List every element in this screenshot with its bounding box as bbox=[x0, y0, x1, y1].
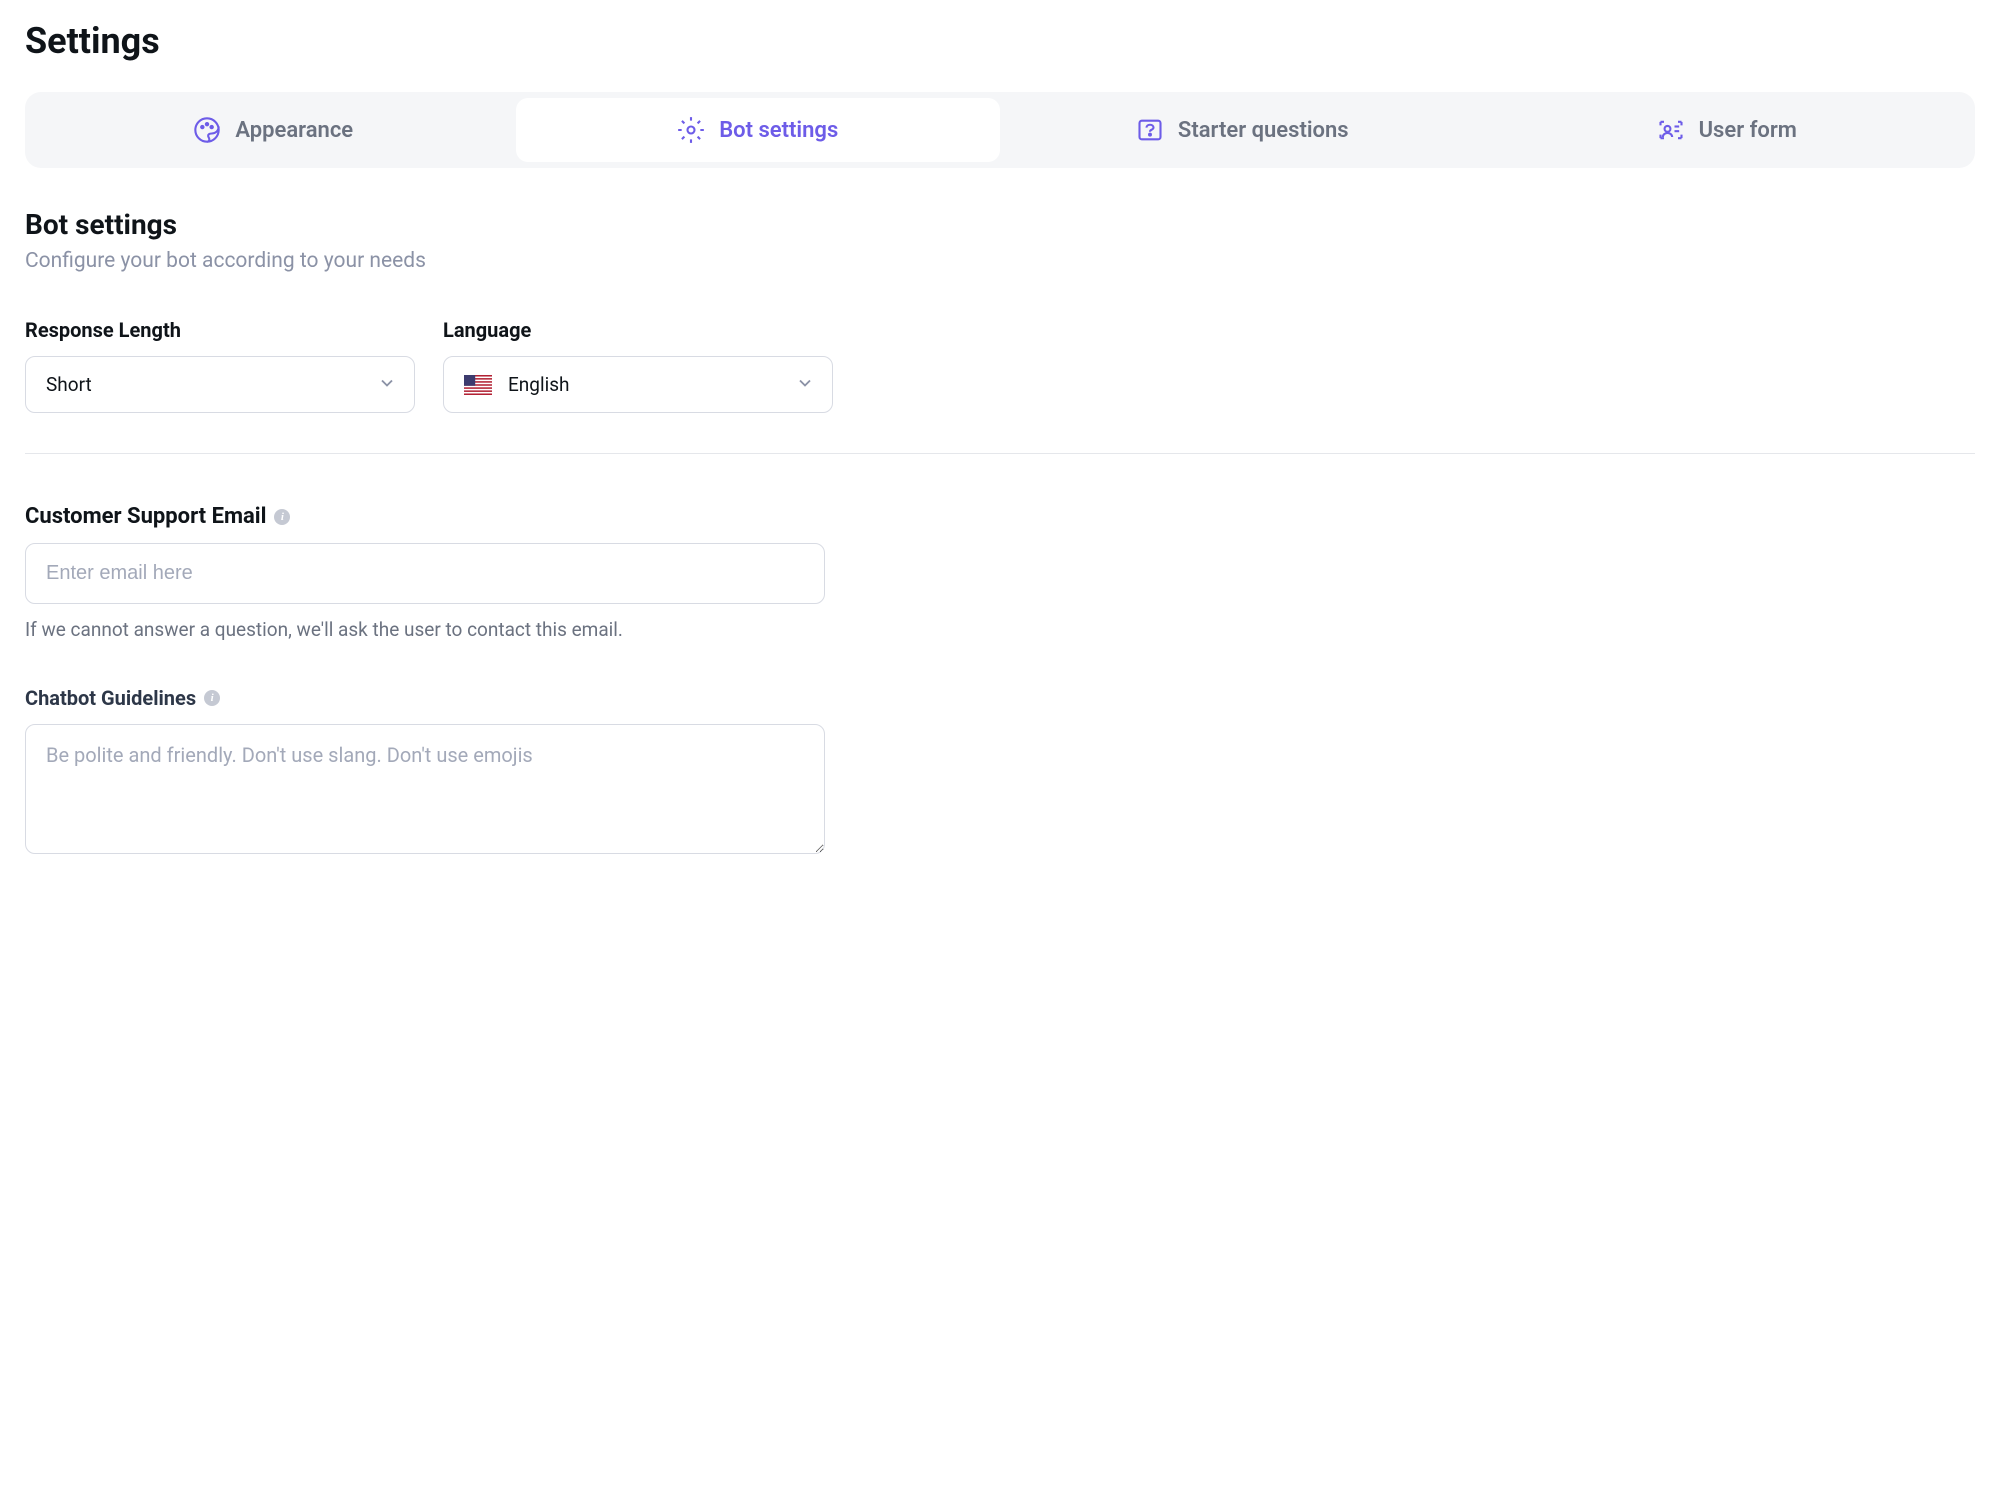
section-subtitle: Configure your bot according to your nee… bbox=[25, 249, 1975, 273]
response-length-select-wrapper: Short bbox=[25, 356, 415, 413]
tab-label: Starter questions bbox=[1178, 118, 1349, 143]
form-row: Response Length Short Language bbox=[25, 318, 1975, 413]
guidelines-textarea[interactable] bbox=[25, 724, 825, 854]
question-card-icon bbox=[1136, 116, 1164, 144]
language-label: Language bbox=[443, 318, 833, 342]
support-email-section: Customer Support Email i If we cannot an… bbox=[25, 504, 1975, 641]
info-icon[interactable]: i bbox=[204, 690, 220, 706]
support-email-input[interactable] bbox=[25, 543, 825, 604]
guidelines-label: Chatbot Guidelines i bbox=[25, 686, 1975, 710]
palette-icon bbox=[193, 116, 221, 144]
tab-starter-questions[interactable]: Starter questions bbox=[1000, 98, 1485, 162]
us-flag-icon bbox=[464, 375, 492, 395]
page-title: Settings bbox=[25, 20, 1975, 62]
tab-bot-settings[interactable]: Bot settings bbox=[516, 98, 1001, 162]
tab-label: User form bbox=[1699, 118, 1797, 143]
tab-label: Appearance bbox=[235, 118, 353, 143]
divider bbox=[25, 453, 1975, 454]
select-value: English bbox=[508, 373, 569, 396]
support-email-label: Customer Support Email i bbox=[25, 504, 1975, 529]
section-title: Bot settings bbox=[25, 208, 1975, 241]
guidelines-label-text: Chatbot Guidelines bbox=[25, 686, 196, 710]
info-icon[interactable]: i bbox=[274, 509, 290, 525]
support-email-help: If we cannot answer a question, we'll as… bbox=[25, 618, 1975, 641]
tab-appearance[interactable]: Appearance bbox=[31, 98, 516, 162]
user-form-icon bbox=[1657, 116, 1685, 144]
gear-icon bbox=[677, 116, 705, 144]
select-value: Short bbox=[46, 373, 92, 396]
tab-label: Bot settings bbox=[719, 118, 838, 143]
tab-user-form[interactable]: User form bbox=[1485, 98, 1970, 162]
language-group: Language English bbox=[443, 318, 833, 413]
support-email-label-text: Customer Support Email bbox=[25, 504, 266, 529]
response-length-group: Response Length Short bbox=[25, 318, 415, 413]
tabs-container: Appearance Bot settings Starter question… bbox=[25, 92, 1975, 168]
language-select-wrapper: English bbox=[443, 356, 833, 413]
guidelines-section: Chatbot Guidelines i bbox=[25, 686, 1975, 858]
language-select[interactable]: English bbox=[443, 356, 833, 413]
response-length-select[interactable]: Short bbox=[25, 356, 415, 413]
response-length-label: Response Length bbox=[25, 318, 415, 342]
